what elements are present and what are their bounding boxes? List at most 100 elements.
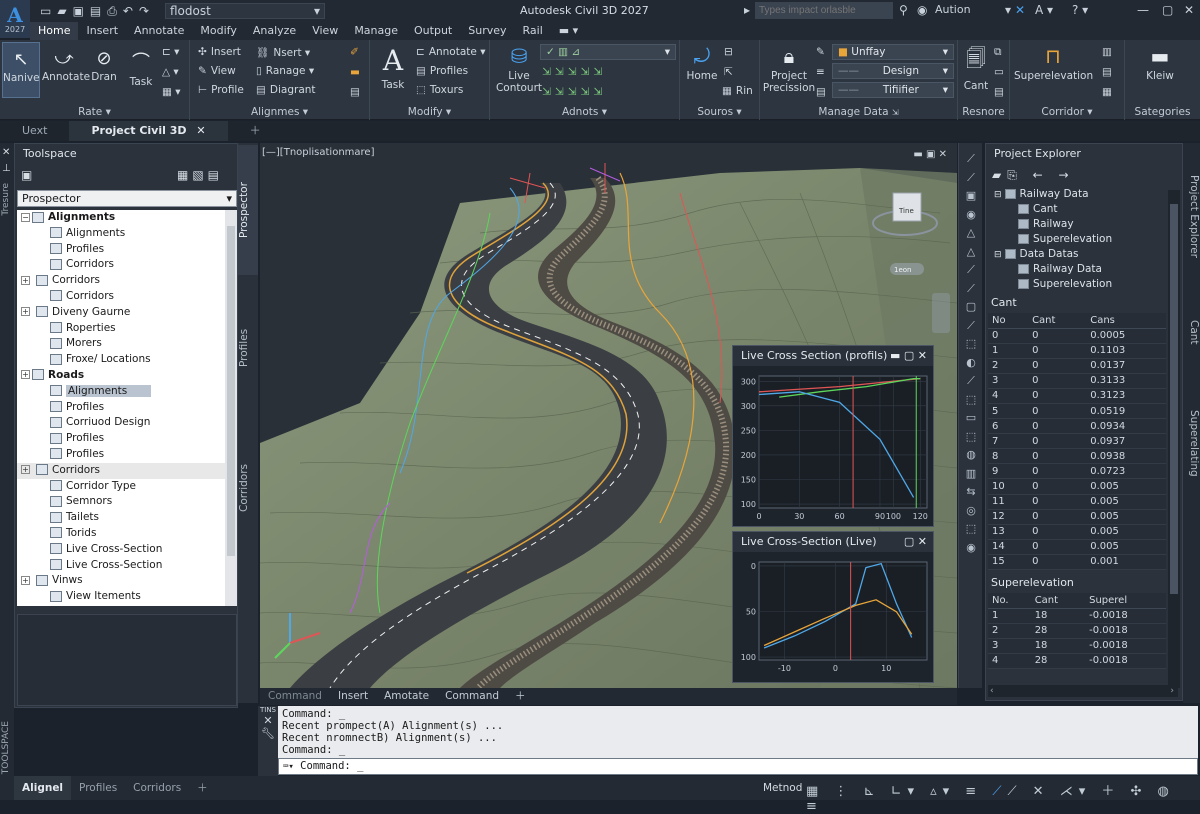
new-icon[interactable]: ▭ (40, 4, 51, 18)
layout-tab-profiles[interactable]: Profiles (71, 776, 125, 800)
doc-tab-uext[interactable]: Uext (0, 121, 69, 141)
vertical-tool-icon[interactable]: ◉ (965, 541, 977, 554)
help-icon[interactable]: ? ▾ (1072, 3, 1088, 17)
task-big-button[interactable]: A Task (378, 44, 408, 91)
pe-toolbar-icons[interactable]: ▰⎘ ← → (992, 168, 1075, 183)
vertical-tool-icon[interactable]: ◎ (965, 504, 977, 517)
home-view-button[interactable]: ⤾ Home (684, 44, 720, 82)
vertical-tool-icon[interactable]: △ (965, 245, 977, 258)
strip-tab-superelevating[interactable]: Superelating (1184, 410, 1200, 477)
panel-title-resnore[interactable]: Resnore (958, 106, 1009, 118)
add-layout-icon[interactable]: ＋ (189, 776, 216, 800)
annotation-tools-row-2[interactable]: ⇲⇲⇲⇲⇲ (542, 86, 606, 98)
task-button[interactable]: ⌒ Task (124, 48, 158, 88)
tree-item[interactable]: + Corridors (17, 273, 225, 289)
profile-row[interactable]: ⊢ Profile (198, 84, 244, 96)
tree-item[interactable]: + Diveny Gaurne (17, 305, 225, 321)
tree-item[interactable]: Corridor Type (17, 479, 225, 495)
table-row[interactable]: 2 28 -0.0018 (988, 623, 1166, 639)
panel-title-corridor[interactable]: Corridor ▾ (1010, 106, 1124, 118)
table-row[interactable]: 3 0 0.3133 (988, 373, 1166, 389)
tab-manage[interactable]: Manage (346, 22, 406, 40)
table-row[interactable]: 7 0 0.0937 (988, 433, 1166, 450)
vertical-tool-icon[interactable]: ◐ (965, 356, 977, 369)
column-header[interactable]: Cans (1086, 313, 1166, 329)
manage-row[interactable]: ▯ Ranage ▾ (256, 65, 314, 77)
table-icon[interactable]: ▤ (816, 86, 826, 98)
line-icon[interactable]: ▬ (350, 66, 360, 78)
side-tab-profiles[interactable]: Profiles (238, 283, 258, 413)
chevron-down-icon[interactable]: ▾ (1005, 3, 1011, 17)
clipboard-icon[interactable]: ▭ (994, 66, 1004, 78)
pe-tree-item[interactable]: Superelevation (1018, 233, 1112, 245)
annotate-button[interactable]: ⤻ Annotate (42, 48, 90, 83)
tab-annotate[interactable]: Annotate (126, 22, 192, 40)
table-row[interactable]: 1 0 0.1103 (988, 343, 1166, 359)
annotation-tools-row-1[interactable]: ⇲⇲⇲⇲⇲ (542, 66, 606, 78)
vertical-tool-icon[interactable]: ⟋ (965, 282, 977, 295)
nsert-row[interactable]: ⛓ Nsert ▾ (256, 46, 310, 59)
tab-survey[interactable]: Survey (460, 22, 514, 40)
column-header[interactable]: Cant (1030, 593, 1086, 609)
tree-item[interactable]: Corridors (17, 257, 225, 273)
project-precision-button[interactable]: 🔒︎ Project Precission (762, 44, 816, 94)
maximize-icon[interactable]: ▢ (1162, 3, 1173, 17)
identifier-dropdown[interactable]: —— Tifiifier ▾ (832, 82, 954, 98)
section-icon[interactable]: ⊟ (724, 46, 733, 58)
panel-title-categories[interactable]: Sategories (1125, 106, 1200, 118)
tree-item[interactable]: Profiles (17, 242, 225, 258)
cmd-tab-command[interactable]: Command (260, 688, 330, 705)
print-icon[interactable]: ⎙ (107, 4, 117, 19)
diagram-row[interactable]: ▤ Diagrant (256, 84, 316, 96)
paste-icon[interactable]: ▤ (994, 86, 1004, 98)
status-method[interactable]: Metnod (755, 776, 810, 800)
chart2-titlebar[interactable]: Live Cross-Section (Live) ▢ ✕ (733, 532, 933, 552)
panel-title-alignments[interactable]: Alignmes ▾ (190, 106, 369, 118)
table-row[interactable]: 9 0 0.0723 (988, 463, 1166, 480)
style-dropdown[interactable]: ■ Unffay ▾ (832, 44, 954, 60)
pe-hscroll[interactable]: ‹ › (988, 685, 1178, 697)
vertical-tool-icon[interactable]: ⟋ (965, 171, 977, 184)
toolspace-tools-icon[interactable]: ▦▧▤ (177, 168, 223, 182)
panel-title-souros[interactable]: Souros ▾ (680, 106, 759, 118)
rin-row[interactable]: ▦ Rin (722, 85, 753, 97)
pe-tree-item[interactable]: Cant (1018, 203, 1058, 215)
tab-insert[interactable]: Insert (78, 22, 126, 40)
user-name[interactable]: Aution (935, 3, 971, 16)
strip-tab-project-explorer[interactable]: Project Explorer (1184, 175, 1200, 258)
side-tab-prospector[interactable]: Prospector (238, 145, 258, 275)
cmd-tab-add-icon[interactable]: ＋ (507, 688, 534, 705)
tree-item[interactable]: View Itements (17, 589, 225, 605)
column-header[interactable]: Superel (1085, 593, 1166, 609)
vertical-tool-icon[interactable]: ⟋ (965, 153, 977, 165)
annotate-row[interactable]: ⊏ Annotate ▾ (416, 46, 485, 58)
superelevation-button[interactable]: ⊓ Superelevation (1014, 44, 1093, 82)
panel-title-modify[interactable]: Modify ▾ (370, 106, 489, 118)
tree-item[interactable]: Corriuod Design (17, 415, 225, 431)
redo-icon[interactable]: ↷ (139, 4, 149, 18)
tab-view[interactable]: View (304, 22, 346, 40)
app-logo[interactable]: A 2027 (0, 0, 30, 38)
table-row[interactable]: 14 0 0.005 (988, 539, 1166, 555)
vertical-tool-icon[interactable]: ⇆ (965, 486, 977, 498)
layout-tab-model[interactable]: Alignel (14, 776, 72, 800)
grid-icon[interactable]: ▦ ▾ (162, 86, 181, 98)
column-header[interactable]: No. (988, 593, 1031, 609)
live-cross-section-profile-window[interactable]: Live Cross Section (profils) ▬ ▢ ✕ 100 15… (732, 345, 934, 527)
tree-item[interactable]: − Alignments (17, 210, 225, 226)
table-row[interactable]: 4 0 0.3123 (988, 388, 1166, 404)
tree-item[interactable]: Torids (17, 526, 225, 542)
vertical-tool-icon[interactable]: △ (965, 227, 977, 239)
vertical-tool-icon[interactable]: ▥ (965, 467, 977, 480)
open-icon[interactable]: ▰ (57, 4, 66, 18)
tree-item[interactable]: Live Cross-Section (17, 542, 225, 558)
shrink-icon[interactable]: ⇱ (724, 66, 733, 78)
prop-icon[interactable]: ▥ (1102, 46, 1112, 58)
table-row[interactable]: 8 0 0.0938 (988, 448, 1166, 465)
cmd-tab-insert[interactable]: Insert (330, 688, 376, 705)
tree-item[interactable]: Froxe/ Locations (17, 352, 225, 368)
tab-home[interactable]: Home (30, 22, 79, 40)
tab-modify[interactable]: Modify (192, 22, 244, 40)
table-row[interactable]: 4 28 -0.0018 (988, 653, 1166, 669)
list-icon[interactable]: ≡ (816, 66, 825, 78)
